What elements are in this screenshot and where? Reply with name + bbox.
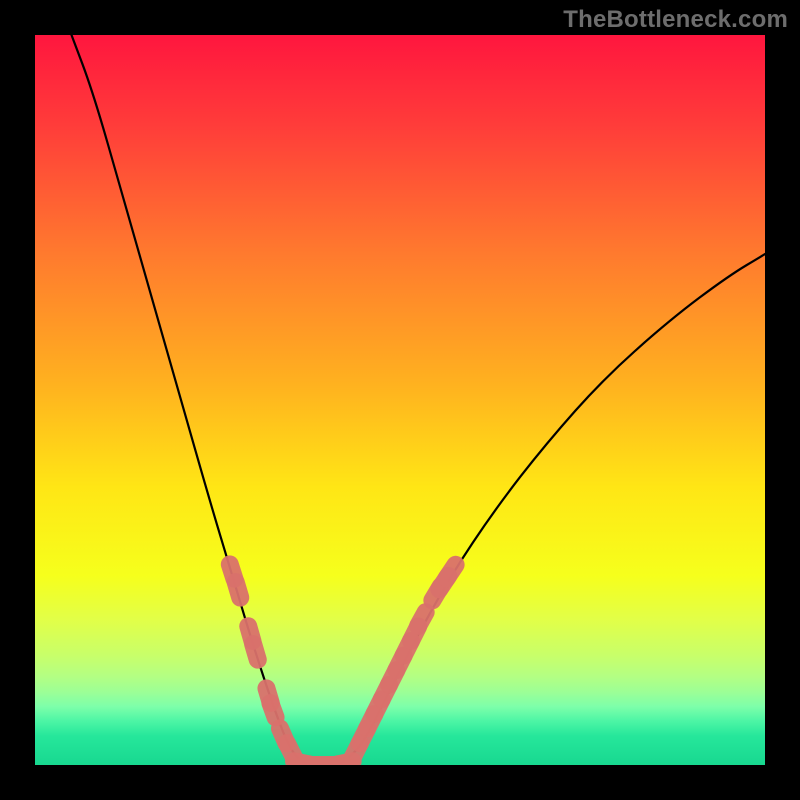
chart-frame: TheBottleneck.com <box>0 0 800 800</box>
curve-marker <box>227 573 250 607</box>
curve-marker <box>244 635 267 669</box>
curve-markers <box>221 555 465 765</box>
watermark-label: TheBottleneck.com <box>563 6 788 34</box>
curve-marker <box>438 556 465 588</box>
bottleneck-curve <box>72 35 766 765</box>
bottleneck-curve-layer <box>35 35 765 765</box>
plot-area <box>35 35 765 765</box>
